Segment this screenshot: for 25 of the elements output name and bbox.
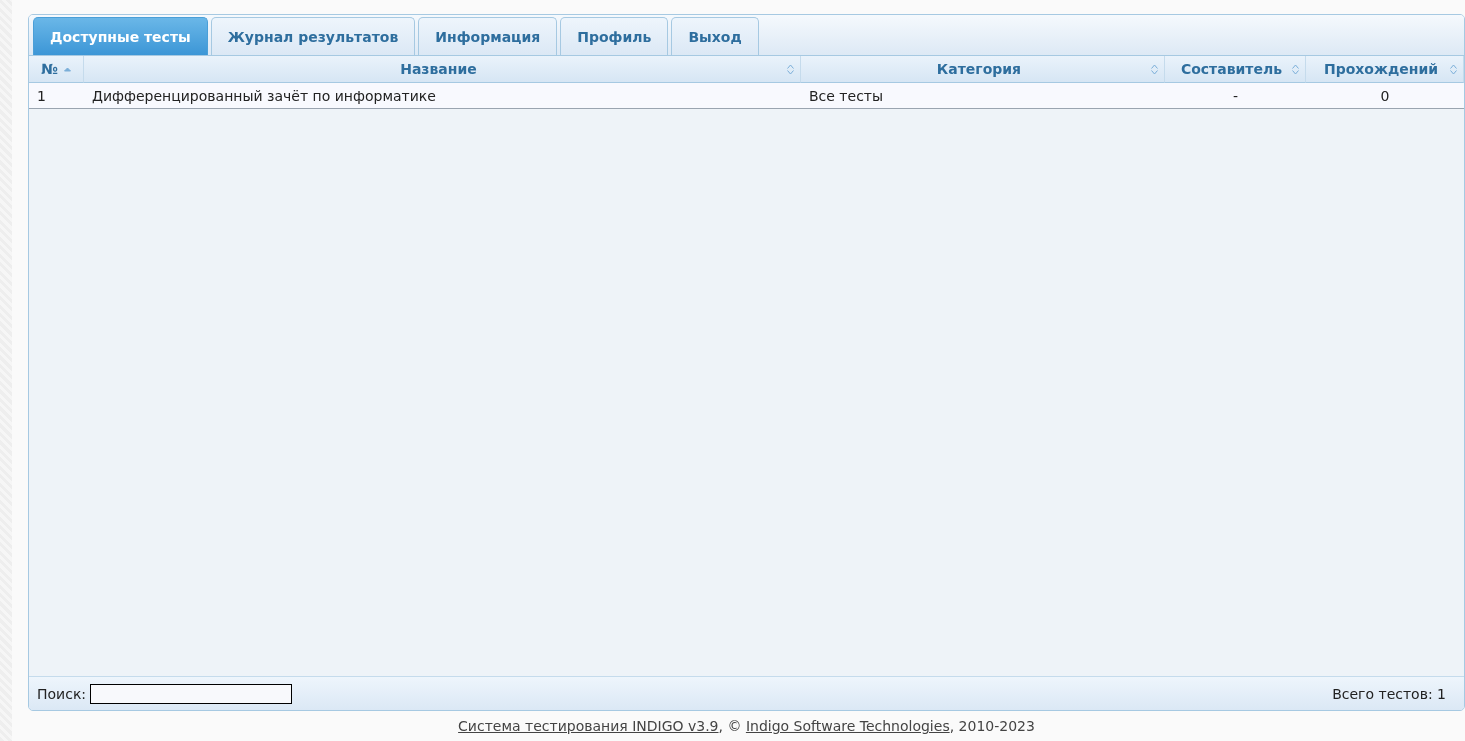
footer-link[interactable]: Indigo Software Technologies — [745, 718, 950, 735]
copyright-text: Система тестирования INDIGO v3.9, © Indigo Software Technologies, 2010-2023 — [457, 717, 1036, 737]
sort-icon — [1450, 63, 1457, 75]
tab[interactable]: Информация — [418, 17, 558, 55]
sort-icon — [1292, 63, 1299, 75]
table-cell: Дифференцированный зачёт по информатике — [84, 83, 801, 109]
search-field[interactable] — [90, 683, 293, 704]
table-cell: - — [1165, 83, 1306, 109]
tab[interactable]: Доступные тесты — [33, 17, 208, 55]
column-header[interactable]: № — [29, 56, 84, 83]
table-cell: Все тесты — [801, 83, 1165, 109]
sort-icon — [787, 63, 794, 75]
column-header[interactable]: Прохождений — [1306, 56, 1464, 83]
tab[interactable]: Профиль — [560, 17, 669, 55]
column-header[interactable]: Название — [84, 56, 801, 83]
sort-icon — [1151, 63, 1158, 75]
table-cell: 1 — [29, 83, 84, 109]
tab[interactable]: Выход — [671, 17, 759, 55]
column-header[interactable]: Категория — [801, 56, 1165, 83]
search-label: Поиск: — [37, 685, 87, 702]
total-count: Всего тестов: 1 — [1332, 685, 1446, 702]
table-cell: 0 — [1306, 83, 1464, 109]
tab[interactable]: Журнал результатов — [210, 17, 416, 55]
column-header[interactable]: Составитель — [1165, 56, 1306, 83]
footer-link[interactable]: Система тестирования INDIGO v3.9 — [458, 718, 719, 735]
